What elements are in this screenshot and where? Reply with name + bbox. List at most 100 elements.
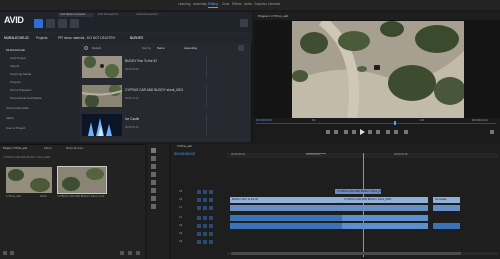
icon-view-icon[interactable] (10, 251, 14, 255)
tree-item[interactable]: Avid Project (10, 56, 26, 60)
filter-icon[interactable] (84, 46, 88, 50)
lock-icon[interactable] (197, 198, 201, 202)
step-back-icon[interactable] (352, 130, 356, 134)
workspace-assembly[interactable]: Assembly (193, 2, 207, 6)
eye-icon[interactable] (209, 198, 213, 202)
tree-item[interactable]: Clients (10, 64, 19, 68)
breadcrumb-projects[interactable]: Projects (36, 36, 48, 40)
project-clip-thumbnail-selected[interactable] (57, 166, 107, 194)
audio-clip[interactable] (433, 223, 460, 229)
tab-effects[interactable]: Effects (44, 147, 52, 150)
breadcrumb-bushes[interactable]: BUSHES (130, 36, 143, 40)
track-select-tool-icon[interactable] (151, 156, 156, 161)
mute-icon[interactable] (197, 224, 201, 228)
audio-clip[interactable] (230, 215, 342, 221)
razor-tool-icon[interactable] (151, 172, 156, 177)
avid-tab-file-explorer[interactable]: Avid File Explorer (96, 13, 132, 17)
eye-icon[interactable] (209, 190, 213, 194)
timeline-clip[interactable] (433, 205, 460, 211)
slip-tool-icon[interactable] (151, 180, 156, 185)
playhead-marker[interactable] (394, 121, 396, 125)
export-frame-icon[interactable] (404, 130, 408, 134)
mic-icon[interactable] (209, 240, 213, 244)
audio-clip[interactable] (342, 215, 428, 221)
solo-icon[interactable] (203, 240, 207, 244)
audio-clip[interactable] (230, 223, 342, 229)
tree-item[interactable]: User & Project (6, 126, 25, 130)
list-item[interactable]: Ice Castle 00:00:02:12 (82, 114, 248, 138)
pen-tool-icon[interactable] (151, 188, 156, 193)
grid-icon[interactable] (46, 19, 55, 28)
list-view-icon[interactable] (3, 251, 7, 255)
sort-field[interactable]: Name (157, 46, 164, 50)
search-icon[interactable] (58, 19, 67, 28)
tree-item[interactable]: Avid media folder (6, 106, 29, 110)
extract-icon[interactable] (394, 130, 398, 134)
list-item[interactable]: CYPRUS CAR AND BUGGY shoot_0001 00:00:11… (82, 85, 248, 109)
mark-in-icon[interactable] (326, 130, 330, 134)
solo-icon[interactable] (203, 216, 207, 220)
trash-icon[interactable] (136, 251, 140, 255)
solo-icon[interactable] (203, 224, 207, 228)
mic-icon[interactable] (209, 224, 213, 228)
work-area-bar[interactable] (306, 153, 326, 154)
type-tool-icon[interactable] (151, 204, 156, 209)
tree-item[interactable]: Sort & Playback (10, 88, 31, 92)
timeline-clip[interactable]: CYPRUS CAR AND BUGGY shoot_0001 (335, 189, 381, 194)
breadcrumb-demo[interactable]: PPI demo material - DO NOT DELETE!!! (58, 36, 115, 40)
grid-view-icon[interactable] (238, 45, 244, 51)
timeline-clip[interactable]: Ice Castle (433, 197, 460, 203)
lock-icon[interactable] (197, 190, 201, 194)
workspace-color[interactable]: Color (222, 2, 230, 6)
go-to-out-icon[interactable] (376, 130, 380, 134)
workspace-effects[interactable]: Effects (232, 2, 242, 6)
lift-icon[interactable] (386, 130, 390, 134)
tab-project[interactable]: Project: CYPrus_edit (3, 147, 27, 150)
tab-media-browser[interactable]: Media Browser (66, 147, 83, 150)
sync-icon[interactable] (203, 190, 207, 194)
mute-icon[interactable] (197, 216, 201, 220)
breadcrumb-root[interactable]: MURALEGHE-02 (4, 36, 29, 40)
ripple-edit-tool-icon[interactable] (151, 164, 156, 169)
tree-item[interactable]: Projects (10, 80, 21, 84)
folder-icon[interactable] (34, 19, 43, 28)
tree-item[interactable]: Alpha (6, 116, 14, 120)
program-timecode[interactable]: 00:00:06:02 (256, 118, 272, 122)
list-item[interactable]: BUGGY Run To the ID 00:00:04:09 (82, 56, 248, 80)
avid-tab-audio-explorer[interactable]: Audio File Explorer (134, 13, 170, 17)
tree-item[interactable]: Promotional Avid Media (10, 96, 41, 100)
tree-item[interactable]: Incoming Media (10, 72, 31, 76)
mic-icon[interactable] (209, 232, 213, 236)
view-select[interactable]: Default (92, 46, 101, 50)
selection-tool-icon[interactable] (151, 148, 156, 153)
mute-icon[interactable] (197, 232, 201, 236)
scrub-bar[interactable] (256, 123, 496, 124)
new-item-icon[interactable] (128, 251, 132, 255)
audio-clip[interactable] (342, 223, 428, 229)
panel-menu-icon[interactable] (240, 19, 248, 27)
zoom-select[interactable]: Fit (312, 118, 315, 122)
sort-order[interactable]: Ascending (184, 46, 197, 50)
mute-icon[interactable] (197, 240, 201, 244)
timeline-clip[interactable] (342, 205, 428, 211)
resolution-select[interactable]: 1/2 (420, 118, 424, 122)
play-icon[interactable] (360, 129, 365, 135)
new-bin-icon[interactable] (120, 251, 124, 255)
timeline-clip[interactable]: CYPRUS CAR AND BUGGY shoot_0001 (342, 197, 428, 203)
settings-icon[interactable] (70, 19, 79, 28)
workspace-learning[interactable]: Learning (178, 2, 190, 6)
eye-icon[interactable] (209, 206, 213, 210)
timeline-tab[interactable]: CYPrus_edit (177, 145, 192, 148)
hand-tool-icon[interactable] (151, 196, 156, 201)
timeline-clip[interactable] (230, 205, 342, 211)
settings-icon[interactable] (490, 130, 494, 134)
sync-icon[interactable] (203, 206, 207, 210)
step-forward-icon[interactable] (368, 130, 372, 134)
mic-icon[interactable] (209, 216, 213, 220)
tree-item[interactable]: MURALEGHE (6, 48, 25, 52)
scrollbar-thumb[interactable] (231, 252, 461, 255)
program-tab[interactable]: Program: CYPrus_edit (258, 14, 288, 18)
timeline-clip[interactable]: BUGGY Run To the ID (230, 197, 342, 203)
go-to-in-icon[interactable] (344, 130, 348, 134)
workspace-audio[interactable]: Audio (244, 2, 252, 6)
